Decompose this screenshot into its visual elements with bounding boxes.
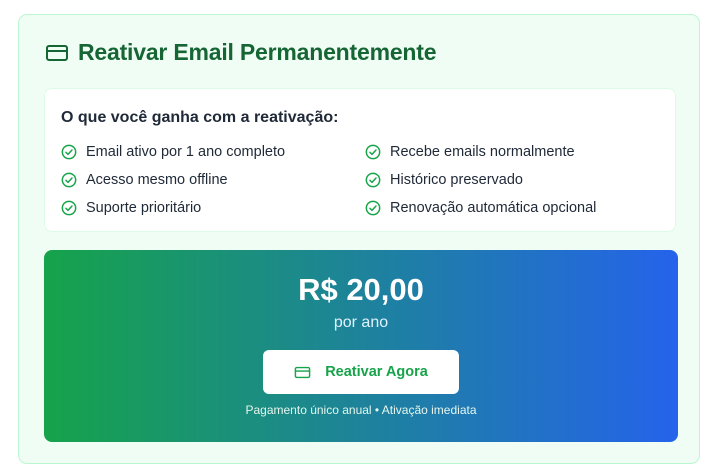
price-amount: R$ 20,00	[298, 272, 424, 307]
benefit-label: Suporte prioritário	[86, 200, 202, 216]
benefit-item: Renovação automática opcional	[365, 198, 665, 218]
benefit-item: Recebe emails normalmente	[365, 142, 665, 162]
benefit-label: Email ativo por 1 ano completo	[86, 144, 286, 160]
benefit-item: Suporte prioritário	[61, 198, 365, 218]
benefit-label: Recebe emails normalmente	[390, 144, 575, 160]
benefit-label: Renovação automática opcional	[390, 200, 597, 216]
page-title: Reativar Email Permanentemente	[78, 39, 437, 65]
check-circle-icon	[61, 172, 77, 188]
benefits-panel: O que você ganha com a reativação: Email…	[44, 88, 676, 232]
benefits-title: O que você ganha com a reativação:	[61, 109, 339, 126]
check-circle-icon	[365, 172, 381, 188]
check-circle-icon	[365, 144, 381, 160]
benefits-list: Email ativo por 1 ano completo Recebe em…	[61, 142, 665, 218]
benefit-item: Histórico preservado	[365, 170, 665, 190]
card-header: Reativar Email Permanentemente	[45, 39, 437, 66]
credit-card-icon	[45, 41, 69, 65]
benefit-item: Email ativo por 1 ano completo	[61, 142, 365, 162]
reactivate-now-button[interactable]: Reativar Agora	[263, 350, 459, 394]
check-circle-icon	[61, 144, 77, 160]
credit-card-icon	[294, 364, 311, 381]
reactivate-now-label: Reativar Agora	[325, 364, 428, 380]
benefit-label: Histórico preservado	[390, 172, 523, 188]
check-circle-icon	[365, 200, 381, 216]
pricing-panel: R$ 20,00 por ano Reativar Agora Pagament…	[44, 250, 678, 442]
benefit-label: Acesso mesmo offline	[86, 172, 228, 188]
payment-note: Pagamento único anual • Ativação imediat…	[245, 403, 477, 417]
price-period: por ano	[333, 314, 389, 331]
benefit-item: Acesso mesmo offline	[61, 170, 365, 190]
reactivation-card: Reativar Email Permanentemente O que voc…	[18, 14, 700, 464]
check-circle-icon	[61, 200, 77, 216]
